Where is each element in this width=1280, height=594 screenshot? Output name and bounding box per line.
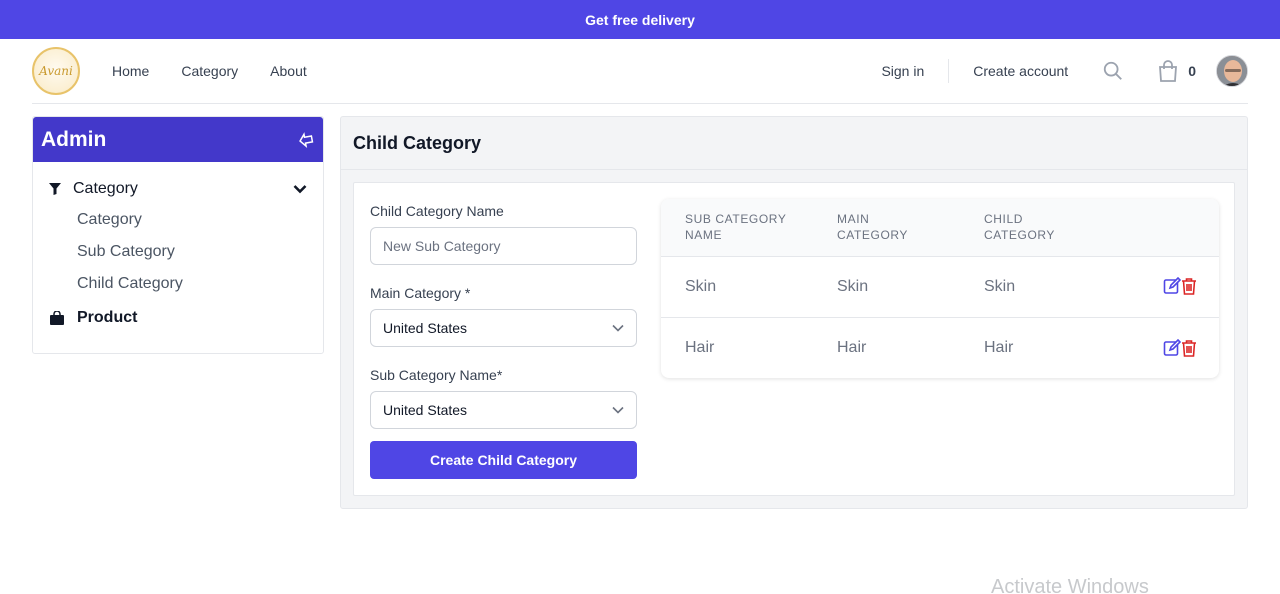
avatar-image (1217, 56, 1247, 86)
nav-about-link[interactable]: About (270, 63, 307, 79)
promo-banner: Get free delivery (0, 0, 1280, 39)
filter-icon (49, 183, 61, 195)
create-account-link[interactable]: Create account (973, 63, 1068, 79)
cart-count: 0 (1188, 63, 1196, 79)
column-header-sub-category[interactable]: SUB CATEGORY NAME (661, 199, 837, 256)
sidebar-item-category[interactable]: Category (33, 204, 323, 236)
child-category-form: Child Category Name Main Category * Unit… (370, 203, 637, 479)
table-header-row: SUB CATEGORY NAME MAIN CATEGORY CHILD CA… (661, 199, 1219, 256)
shopping-bag-icon (50, 311, 64, 325)
chevron-down-icon[interactable] (293, 184, 307, 194)
table-row: Hair Hair Hair (661, 317, 1219, 378)
content-card: Child Category Name Main Category * Unit… (353, 182, 1235, 496)
collapse-hand-icon[interactable] (297, 131, 315, 149)
search-icon[interactable] (1102, 60, 1124, 82)
account-nav: Sign in Create account 0 (881, 39, 1248, 103)
cell-child-category: Hair (984, 338, 1014, 356)
sidebar-item-sub-category[interactable]: Sub Category (33, 236, 323, 268)
user-avatar[interactable] (1216, 55, 1248, 87)
cell-child-category: Skin (984, 277, 1016, 295)
sidebar-category-label: Category (73, 180, 138, 197)
sidebar-item-product[interactable]: Product (33, 300, 323, 336)
chevron-down-icon (612, 324, 624, 332)
main-panel-header: Child Category (341, 117, 1247, 170)
main-category-value: United States (383, 320, 468, 336)
column-header-actions (1129, 199, 1219, 256)
shopping-bag-icon (1159, 60, 1178, 82)
promo-banner-text: Get free delivery (585, 11, 695, 28)
admin-sidebar: Admin Category Category Sub Category Chi… (32, 116, 324, 354)
cell-sub-category: Skin (685, 277, 717, 295)
sign-in-link[interactable]: Sign in (881, 63, 924, 79)
child-category-name-label: Child Category Name (370, 203, 504, 219)
sub-category-label: Sub Category Name* (370, 367, 503, 383)
nav-category-link[interactable]: Category (181, 63, 238, 79)
header-line: CATEGORY (984, 228, 1056, 243)
cell-main-category: Hair (837, 338, 867, 356)
nav-divider (948, 59, 950, 83)
page-title: Child Category (353, 132, 482, 153)
main-panel: Child Category Child Category Name Main … (340, 116, 1248, 509)
chevron-down-icon (612, 406, 624, 414)
sidebar-header: Admin (33, 117, 323, 162)
activate-windows-watermark: Activate Windows (991, 576, 1149, 594)
header-line: CHILD (984, 212, 1024, 227)
main-nav: Home Category About (112, 63, 339, 79)
top-navbar: Avani Home Category About Sign in Create… (32, 39, 1248, 104)
brand-logo-text: Avani (39, 64, 73, 78)
create-child-category-button[interactable]: Create Child Category (370, 441, 637, 479)
trash-icon[interactable] (1181, 339, 1197, 357)
sub-category-value: United States (383, 402, 468, 418)
row-actions (1129, 256, 1219, 317)
trash-icon[interactable] (1181, 277, 1197, 296)
sidebar-category-toggle[interactable]: Category (33, 174, 323, 204)
child-category-name-input[interactable] (370, 227, 637, 265)
edit-icon[interactable] (1163, 277, 1182, 295)
main-category-select[interactable]: United States (370, 309, 637, 347)
header-line: NAME (685, 228, 723, 243)
table-row: Skin Skin Skin (661, 256, 1219, 317)
sidebar-item-child-category[interactable]: Child Category (33, 268, 323, 300)
column-header-child-category[interactable]: CHILD CATEGORY (984, 199, 1129, 256)
header-line: SUB CATEGORY (685, 212, 787, 227)
child-category-table: SUB CATEGORY NAME MAIN CATEGORY CHILD CA… (661, 199, 1219, 378)
sub-category-select[interactable]: United States (370, 391, 637, 429)
header-line: CATEGORY (837, 228, 909, 243)
header-line: MAIN (837, 212, 870, 227)
column-header-main-category[interactable]: MAIN CATEGORY (837, 199, 984, 256)
sidebar-title: Admin (41, 127, 107, 151)
nav-home-link[interactable]: Home (112, 63, 149, 79)
cell-main-category: Skin (837, 277, 869, 295)
main-category-label: Main Category * (370, 285, 471, 301)
row-actions (1129, 317, 1219, 378)
sidebar-product-label: Product (77, 309, 138, 326)
cell-sub-category: Hair (685, 338, 715, 356)
brand-logo[interactable]: Avani (32, 47, 80, 95)
cart-button[interactable]: 0 (1158, 60, 1196, 82)
edit-icon[interactable] (1163, 338, 1182, 357)
